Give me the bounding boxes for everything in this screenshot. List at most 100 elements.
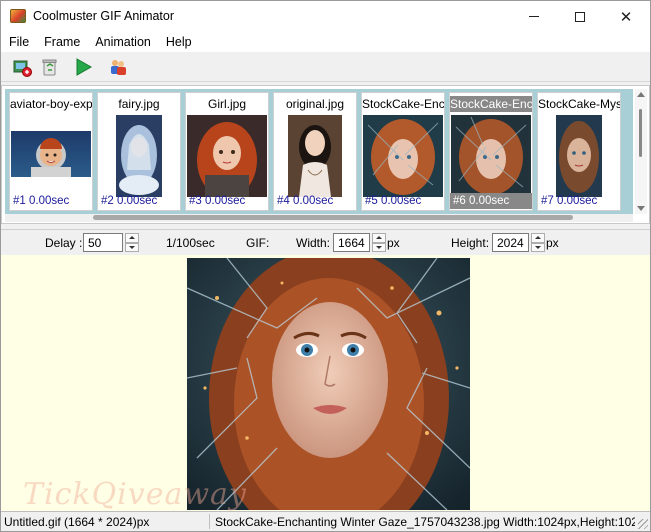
frame-delay: 0.00sec bbox=[293, 195, 334, 207]
frame-thumbnail[interactable]: Girl.jpg #3 0.00sec bbox=[185, 92, 269, 211]
window-title: Coolmuster GIF Animator bbox=[33, 9, 175, 23]
menu-bar: File Frame Animation Help bbox=[1, 32, 650, 52]
scrollbar-thumb[interactable] bbox=[639, 109, 642, 157]
width-spinner[interactable]: 1664 bbox=[333, 233, 386, 252]
frame-image bbox=[363, 115, 443, 197]
frame-filename: aviator-boy-exp bbox=[10, 97, 92, 111]
frame-filename: original.jpg bbox=[285, 97, 345, 111]
delay-spinner[interactable]: 50 bbox=[83, 233, 139, 252]
status-divider bbox=[209, 514, 210, 529]
frame-label: #1 0.00sec bbox=[10, 193, 92, 209]
resize-grip-icon[interactable] bbox=[638, 519, 648, 529]
frame-image bbox=[451, 115, 531, 197]
status-frame-info: StockCake-Enchanting Winter Gaze_1757043… bbox=[215, 515, 635, 529]
frame-filename: fairy.jpg bbox=[118, 97, 160, 111]
frame-index: #1 bbox=[13, 195, 26, 207]
frame-index: #7 bbox=[541, 195, 554, 207]
frame-thumbnail[interactable]: StockCake-Enc #5 0.00sec bbox=[361, 92, 445, 211]
frame-delay: 0.00sec bbox=[557, 195, 598, 207]
width-increment-button[interactable] bbox=[372, 233, 386, 243]
users-icon bbox=[111, 60, 126, 75]
frame-delay: 0.00sec bbox=[205, 195, 246, 207]
height-unit-label: px bbox=[546, 236, 559, 250]
frame-thumbnail[interactable]: original.jpg #4 0.00sec bbox=[273, 92, 357, 211]
width-decrement-button[interactable] bbox=[372, 242, 386, 252]
height-spinner[interactable]: 2024 bbox=[492, 233, 545, 252]
height-increment-button[interactable] bbox=[531, 233, 545, 243]
frame-strip: aviator-boy-exp #1 0.00sec fairy.jpg #2 … bbox=[1, 85, 650, 224]
add-frames-icon bbox=[13, 60, 32, 77]
delete-frame-button[interactable] bbox=[38, 56, 60, 78]
delay-increment-button[interactable] bbox=[125, 233, 139, 243]
recycle-bin-icon bbox=[42, 59, 57, 76]
frame-filename: StockCake-Enc bbox=[362, 97, 444, 111]
frame-image bbox=[288, 115, 342, 197]
frame-filename: StockCake-Mys bbox=[538, 97, 620, 111]
title-bar: Coolmuster GIF Animator ✕ bbox=[1, 1, 650, 32]
app-window: Coolmuster GIF Animator ✕ File Frame Ani… bbox=[0, 0, 651, 532]
width-input[interactable]: 1664 bbox=[333, 233, 370, 252]
frame-index: #2 bbox=[101, 195, 114, 207]
height-label: Height: bbox=[451, 236, 490, 250]
frame-image bbox=[187, 115, 267, 197]
add-frames-button[interactable] bbox=[11, 56, 33, 78]
delay-label: Delay : bbox=[45, 236, 83, 250]
preview-image bbox=[187, 258, 470, 510]
menu-help[interactable]: Help bbox=[158, 35, 199, 49]
play-button[interactable] bbox=[72, 56, 94, 78]
play-icon bbox=[76, 58, 93, 76]
frame-image bbox=[556, 115, 602, 197]
preview-area: TickQiveaway bbox=[1, 255, 650, 511]
height-input[interactable]: 2024 bbox=[492, 233, 529, 252]
frame-label: #7 0.00sec bbox=[538, 193, 620, 209]
frame-delay: 0.00sec bbox=[381, 195, 422, 207]
frame-filename: StockCake-Enc bbox=[450, 96, 532, 112]
users-button[interactable] bbox=[107, 56, 129, 78]
frame-index: #4 bbox=[277, 195, 290, 207]
menu-file[interactable]: File bbox=[1, 35, 36, 49]
frame-image bbox=[11, 131, 91, 177]
menu-animation[interactable]: Animation bbox=[87, 35, 158, 49]
close-button[interactable]: ✕ bbox=[603, 1, 649, 32]
frame-strip-horizontal-scrollbar[interactable] bbox=[5, 214, 633, 222]
frame-index: #5 bbox=[365, 195, 378, 207]
status-gif-info: Untitled.gif (1664 * 2024)px bbox=[4, 515, 150, 529]
width-unit-label: px bbox=[387, 236, 400, 250]
frame-thumbnail[interactable]: fairy.jpg #2 0.00sec bbox=[97, 92, 181, 211]
frame-thumbnail[interactable]: StockCake-Mys #7 0.00sec bbox=[537, 92, 621, 211]
frame-thumbnail-selected[interactable]: StockCake-Enc #6 0.00sec bbox=[449, 92, 533, 211]
maximize-button[interactable] bbox=[557, 1, 603, 32]
scrollbar-thumb[interactable] bbox=[93, 215, 573, 220]
frame-strip-vertical-scrollbar[interactable] bbox=[635, 89, 647, 214]
close-icon: ✕ bbox=[619, 8, 633, 26]
watermark-text: TickQiveaway bbox=[23, 477, 247, 511]
app-logo-icon bbox=[10, 9, 26, 23]
frame-delay: 0.00sec bbox=[29, 195, 70, 207]
frame-settings-bar: Delay : 50 1/100sec GIF: Width: 1664 px … bbox=[1, 229, 650, 255]
scroll-down-icon[interactable] bbox=[637, 206, 645, 211]
frame-label: #2 0.00sec bbox=[98, 193, 180, 209]
frame-label: #4 0.00sec bbox=[274, 193, 356, 209]
delay-input[interactable]: 50 bbox=[83, 233, 123, 252]
height-decrement-button[interactable] bbox=[531, 242, 545, 252]
frame-image bbox=[116, 115, 162, 197]
frame-index: #6 bbox=[453, 195, 466, 207]
gif-label: GIF: bbox=[246, 236, 270, 250]
frame-filename: Girl.jpg bbox=[207, 97, 246, 111]
frame-thumbnail[interactable]: aviator-boy-exp #1 0.00sec bbox=[9, 92, 93, 211]
status-bar: Untitled.gif (1664 * 2024)px StockCake-E… bbox=[1, 511, 650, 531]
minimize-icon bbox=[529, 16, 539, 17]
frame-delay: 0.00sec bbox=[117, 195, 158, 207]
maximize-icon bbox=[575, 11, 585, 22]
width-label: Width: bbox=[296, 236, 331, 250]
frame-index: #3 bbox=[189, 195, 202, 207]
delay-unit-label: 1/100sec bbox=[166, 236, 215, 250]
delay-decrement-button[interactable] bbox=[125, 242, 139, 252]
minimize-button[interactable] bbox=[511, 1, 557, 32]
frame-label: #6 0.00sec bbox=[450, 193, 532, 209]
menu-frame[interactable]: Frame bbox=[36, 35, 87, 49]
frame-label: #3 0.00sec bbox=[186, 193, 268, 209]
toolbar bbox=[1, 52, 650, 82]
frame-delay: 0.00sec bbox=[469, 195, 510, 207]
scroll-up-icon[interactable] bbox=[637, 92, 645, 97]
